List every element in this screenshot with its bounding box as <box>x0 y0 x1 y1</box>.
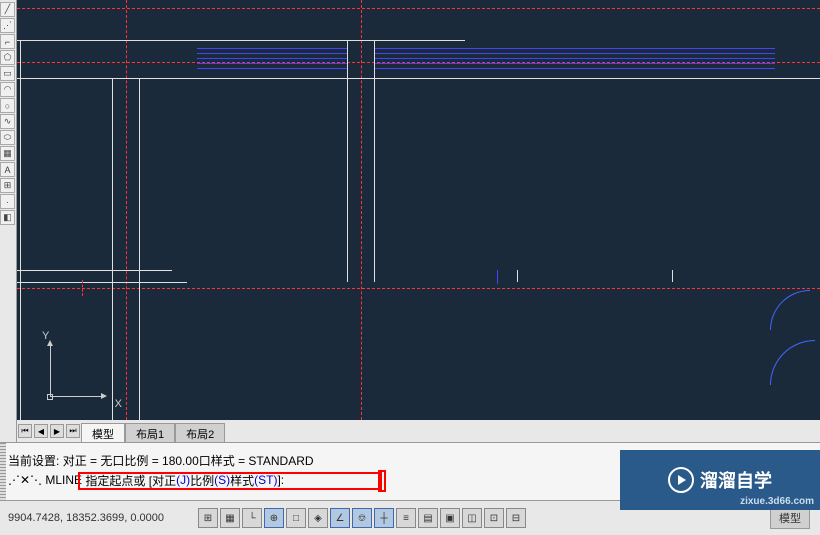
layout-tabs-bar: ⏮ ◀ ▶ ⏭ 模型 布局1 布局2 <box>17 420 820 442</box>
tool-construction[interactable]: ⋰ <box>0 18 15 33</box>
polar-toggle[interactable]: ⊕ <box>264 508 284 528</box>
tool-ellipse[interactable]: ⬭ <box>0 130 15 145</box>
watermark: 溜溜自学 zixue.3d66.com <box>620 450 820 510</box>
cmd-opt-s[interactable]: (S) <box>214 473 230 487</box>
tool-polygon[interactable]: ⬠ <box>0 50 15 65</box>
cmd-prompt-text: 指定起点或 [对正 <box>85 472 176 489</box>
canvas-area: ╱ ⋰ ⌐ ⬠ ▭ ◠ ○ ∿ ⬭ ▦ A ⊞ · ◧ <box>0 0 820 442</box>
lineweight-toggle[interactable]: ≡ <box>396 508 416 528</box>
ucs-y-label: Y <box>42 330 49 342</box>
tool-rectangle[interactable]: ▭ <box>0 66 15 81</box>
tab-layout2[interactable]: 布局2 <box>175 423 225 444</box>
command-grip[interactable] <box>0 443 6 501</box>
tool-hatch[interactable]: ▦ <box>0 146 15 161</box>
otrack-toggle[interactable]: ∠ <box>330 508 350 528</box>
play-icon <box>668 467 694 493</box>
tab-layout1[interactable]: 布局1 <box>125 423 175 444</box>
drawing-viewport[interactable]: Y X <box>17 0 820 420</box>
status-toggle-group: ⊞ ▦ └ ⊕ □ ◈ ∠ ⎊ ┼ ≡ ▤ ▣ ◫ ⊡ ⊟ <box>198 508 526 528</box>
cmd-prompt-icon: ⋰✕⋱ MLINE <box>8 473 82 487</box>
dyn-toggle[interactable]: ┼ <box>374 508 394 528</box>
tool-polyline[interactable]: ⌐ <box>0 34 15 49</box>
tab-next[interactable]: ▶ <box>50 424 64 438</box>
sc-toggle[interactable]: ◫ <box>462 508 482 528</box>
command-history-line: 当前设置: 对正 = 无口比例 = 180.00口样式 = STANDARD <box>8 451 314 469</box>
snap-mode-toggle[interactable]: ⊞ <box>198 508 218 528</box>
cmd-opt-j[interactable]: (J) <box>176 473 190 487</box>
am-toggle[interactable]: ⊡ <box>484 508 504 528</box>
osnap-toggle[interactable]: □ <box>286 508 306 528</box>
ucs-icon: Y X <box>42 335 112 405</box>
model-space-button[interactable]: 模型 <box>770 507 810 529</box>
tab-prev[interactable]: ◀ <box>34 424 48 438</box>
tool-arc[interactable]: ◠ <box>0 82 15 97</box>
command-input-line[interactable]: ⋰✕⋱ MLINE 指定起点或 [对正 (J) 比例 (S) 样式 (ST) ]… <box>8 471 284 489</box>
transparency-toggle[interactable]: ▤ <box>418 508 438 528</box>
tab-first[interactable]: ⏮ <box>18 424 32 438</box>
watermark-url: zixue.3d66.com <box>740 496 814 507</box>
tool-spline[interactable]: ∿ <box>0 114 15 129</box>
ducs-toggle[interactable]: ⎊ <box>352 508 372 528</box>
cmd-opt-st[interactable]: (ST) <box>254 473 277 487</box>
ucs-x-label: X <box>115 398 122 410</box>
tool-point[interactable]: · <box>0 194 15 209</box>
tpy-toggle[interactable]: ⊟ <box>506 508 526 528</box>
tab-last[interactable]: ⏭ <box>66 424 80 438</box>
tool-text[interactable]: A <box>0 162 15 177</box>
qp-toggle[interactable]: ▣ <box>440 508 460 528</box>
cmd-settings-prefix: 当前设置: <box>8 452 59 469</box>
tool-line[interactable]: ╱ <box>0 2 15 17</box>
watermark-brand: 溜溜自学 <box>700 467 772 493</box>
grid-toggle[interactable]: ▦ <box>220 508 240 528</box>
ortho-toggle[interactable]: └ <box>242 508 262 528</box>
draw-toolbar: ╱ ⋰ ⌐ ⬠ ▭ ◠ ○ ∿ ⬭ ▦ A ⊞ · ◧ <box>0 0 17 442</box>
cmd-settings-text: 对正 = 无口比例 = 180.00口样式 = STANDARD <box>63 452 314 469</box>
tool-circle[interactable]: ○ <box>0 98 15 113</box>
coordinates-display[interactable]: 9904.7428, 18352.3699, 0.0000 <box>0 512 190 524</box>
tool-region[interactable]: ◧ <box>0 210 15 225</box>
tab-model[interactable]: 模型 <box>81 423 125 444</box>
tool-table[interactable]: ⊞ <box>0 178 15 193</box>
3dosnap-toggle[interactable]: ◈ <box>308 508 328 528</box>
